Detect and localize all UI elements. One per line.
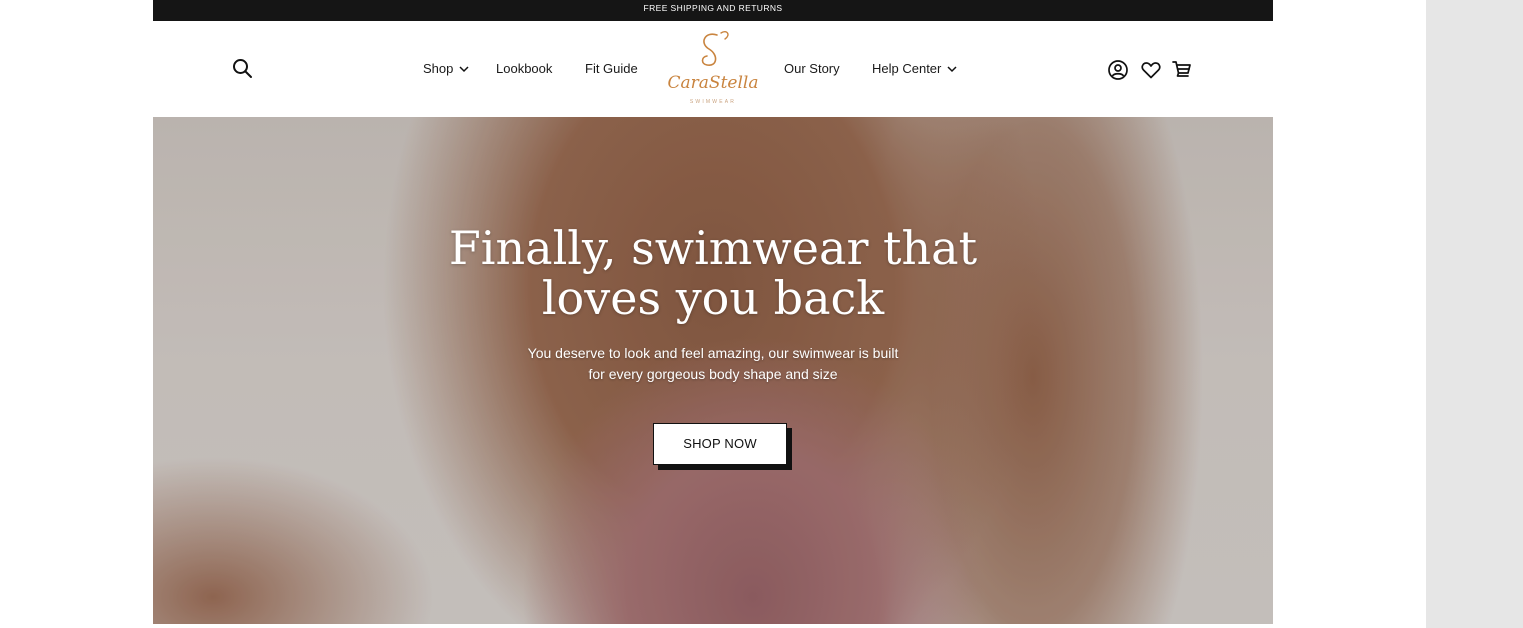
nav-help-center-label: Help Center <box>872 61 942 76</box>
nav-help-center[interactable]: Help Center <box>872 61 957 76</box>
nav-our-story-label: Our Story <box>784 61 840 76</box>
hero-subtext: You deserve to look and feel amazing, ou… <box>493 343 933 385</box>
announcement-text: FREE SHIPPING AND RETURNS <box>643 3 783 13</box>
search-icon <box>233 59 252 78</box>
logo-tagline: SWIMWEAR <box>690 99 736 105</box>
window-gutter <box>1426 0 1523 628</box>
logo-mark: CaraStella SWIMWEAR <box>668 30 759 105</box>
nav-lookbook[interactable]: Lookbook <box>496 61 552 76</box>
cart-button[interactable] <box>1171 59 1193 81</box>
nav-fit-guide-label: Fit Guide <box>585 61 638 76</box>
site-header: Shop Lookbook Fit Guide CaraStella SWIMW… <box>153 21 1273 117</box>
account-button[interactable] <box>1107 59 1129 81</box>
account-icon <box>1108 60 1128 80</box>
nav-fit-guide[interactable]: Fit Guide <box>585 61 638 76</box>
search-button[interactable] <box>231 57 255 81</box>
nav-our-story[interactable]: Our Story <box>784 61 840 76</box>
nav-lookbook-label: Lookbook <box>496 61 553 76</box>
hero-headline-line2: loves you back <box>541 271 885 325</box>
nav-shop-label: Shop <box>423 61 454 76</box>
page: FREE SHIPPING AND RETURNS Shop Lookbook … <box>153 0 1273 628</box>
chevron-down-icon <box>459 65 469 72</box>
cart-icon <box>1172 61 1191 77</box>
hero-subtext-line1: You deserve to look and feel amazing, ou… <box>527 345 899 361</box>
hero-banner: Finally, swimwear that loves you back Yo… <box>153 117 1273 624</box>
hero-headline: Finally, swimwear that loves you back <box>413 223 1013 323</box>
brand-logo[interactable]: CaraStella SWIMWEAR <box>665 25 761 111</box>
heart-icon <box>1141 62 1161 79</box>
wishlist-button[interactable] <box>1140 59 1162 81</box>
nav-shop[interactable]: Shop <box>423 61 469 76</box>
shop-now-button[interactable]: SHOP NOW <box>653 423 787 465</box>
chevron-down-icon <box>947 65 957 72</box>
announcement-bar: FREE SHIPPING AND RETURNS <box>153 0 1273 21</box>
hero-subtext-line2: for every gorgeous body shape and size <box>588 366 838 382</box>
hero-headline-line1: Finally, swimwear that <box>448 221 978 275</box>
logo-wordmark: CaraStella <box>668 73 759 93</box>
